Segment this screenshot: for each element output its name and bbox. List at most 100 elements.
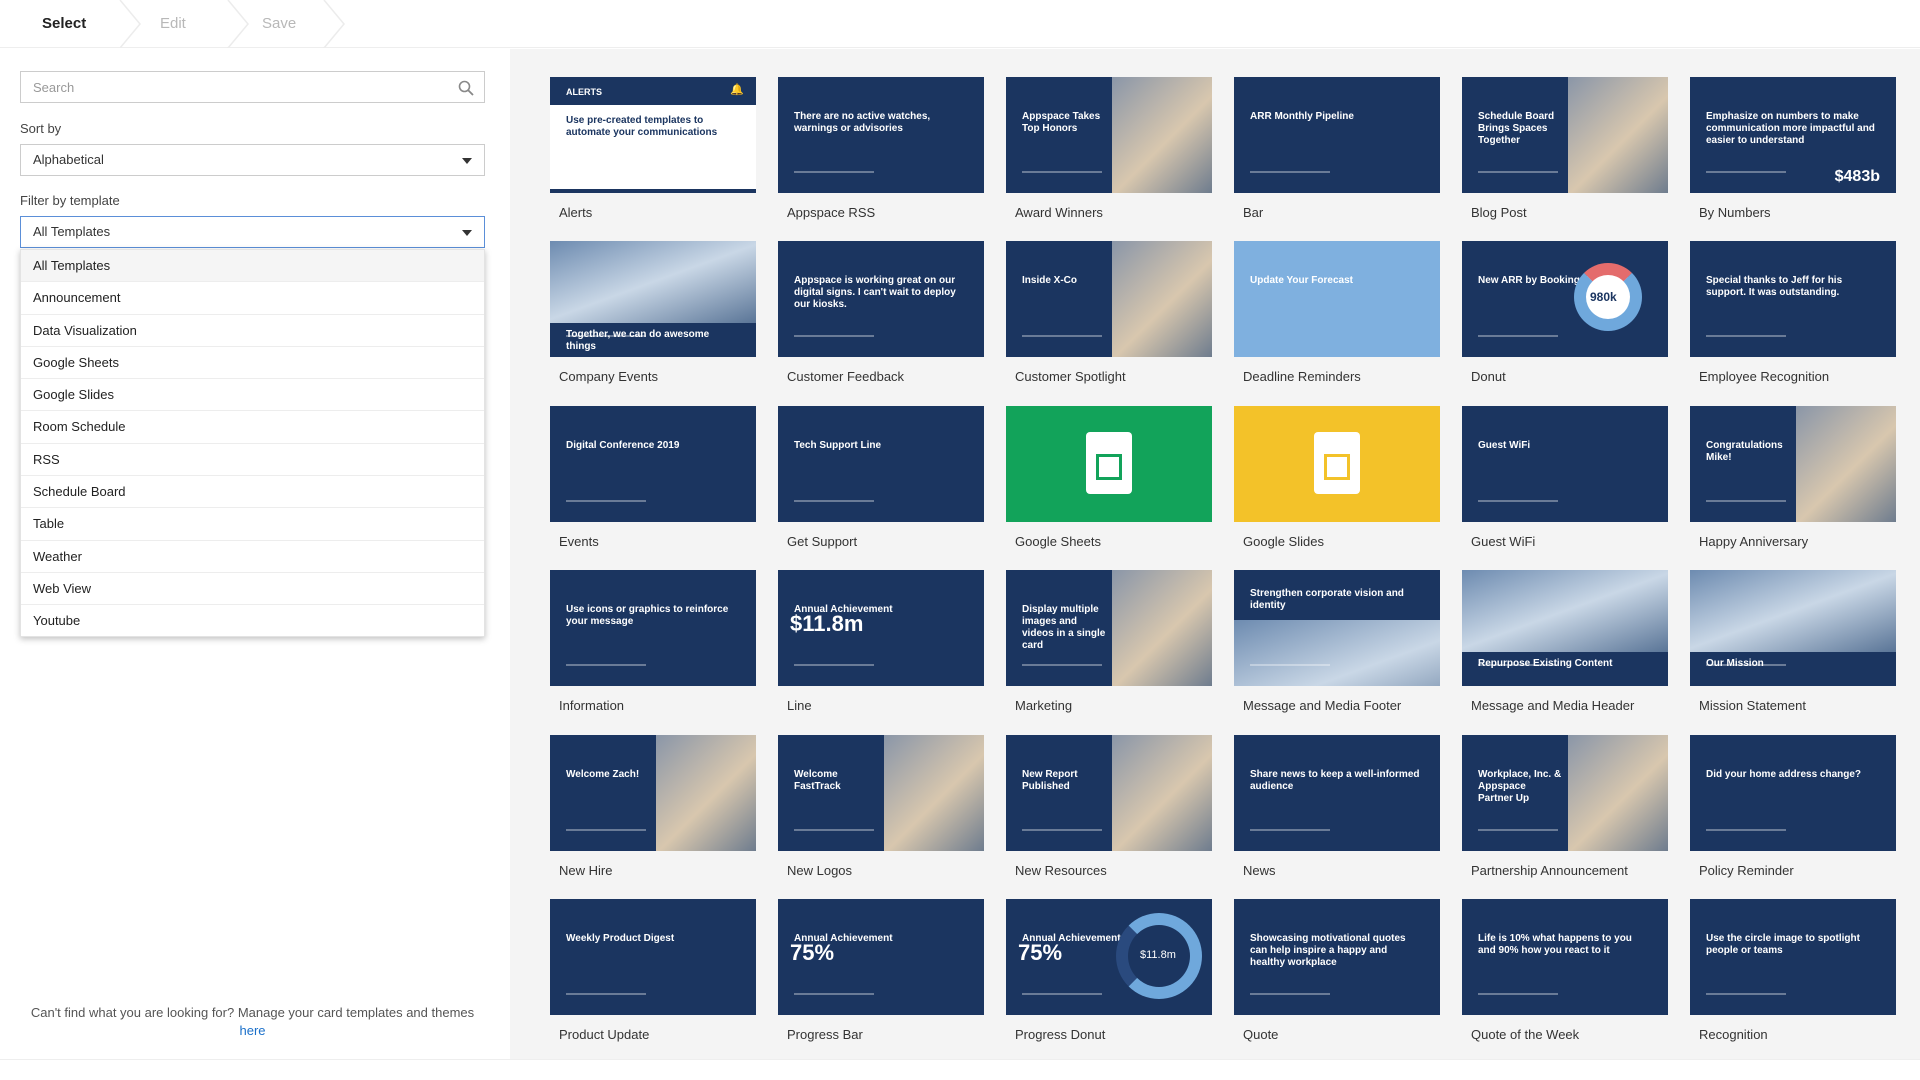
template-card[interactable]: Strengthen corporate vision and identity…: [1234, 570, 1440, 713]
template-card[interactable]: Emphasize on numbers to make communicati…: [1690, 77, 1896, 220]
sort-label: Sort by: [20, 121, 62, 136]
template-thumbnail[interactable]: Workplace, Inc. & Appspace Partner Up: [1462, 735, 1668, 851]
template-thumbnail[interactable]: Annual Achievement 75% $11.8m: [1006, 899, 1212, 1015]
step-save[interactable]: Save: [262, 0, 296, 48]
template-card[interactable]: Welcome Zach! New Hire: [550, 735, 756, 878]
template-thumbnail[interactable]: New ARR by Booking Type 980k: [1462, 241, 1668, 357]
sort-select[interactable]: Alphabetical: [20, 144, 485, 176]
template-card[interactable]: Welcome FastTrack New Logos: [778, 735, 984, 878]
template-name: Happy Anniversary: [1699, 534, 1809, 549]
manage-templates-link[interactable]: here: [20, 1022, 485, 1040]
template-card[interactable]: Life is 10% what happens to you and 90% …: [1462, 899, 1668, 1042]
template-thumbnail[interactable]: Share news to keep a well-informed audie…: [1234, 735, 1440, 851]
template-thumbnail[interactable]: Strengthen corporate vision and identity: [1234, 570, 1440, 686]
thumbnail-photo: [1568, 735, 1668, 851]
template-card[interactable]: Update Your Forecast Deadline Reminders: [1234, 241, 1440, 384]
search-input[interactable]: [21, 72, 421, 102]
dropdown-option[interactable]: Weather: [21, 541, 484, 573]
dropdown-option[interactable]: Announcement: [21, 282, 484, 315]
template-card[interactable]: Use the circle image to spotlight people…: [1690, 899, 1896, 1042]
template-card[interactable]: Appspace is working great on our digital…: [778, 241, 984, 384]
template-thumbnail[interactable]: Weekly Product Digest: [550, 899, 756, 1015]
search-icon[interactable]: [458, 80, 474, 96]
template-thumbnail[interactable]: There are no active watches, warnings or…: [778, 77, 984, 193]
template-thumbnail[interactable]: Emphasize on numbers to make communicati…: [1690, 77, 1896, 193]
template-card[interactable]: Together, we can do awesome things Compan…: [550, 241, 756, 384]
template-thumbnail[interactable]: ARR Monthly Pipeline: [1234, 77, 1440, 193]
template-thumbnail[interactable]: Welcome FastTrack: [778, 735, 984, 851]
template-card[interactable]: Showcasing motivational quotes can help …: [1234, 899, 1440, 1042]
template-thumbnail[interactable]: Tech Support Line: [778, 406, 984, 522]
template-thumbnail[interactable]: Our Mission: [1690, 570, 1896, 686]
step-select[interactable]: Select: [42, 0, 86, 48]
template-card[interactable]: Annual Achievement 75% $11.8m Progress Donu…: [1006, 899, 1212, 1042]
template-card[interactable]: Display multiple images and videos in a …: [1006, 570, 1212, 713]
template-thumbnail[interactable]: New Report Published: [1006, 735, 1212, 851]
template-card[interactable]: Digital Conference 2019 Events: [550, 406, 756, 549]
dropdown-option[interactable]: Table: [21, 508, 484, 541]
template-thumbnail[interactable]: Welcome Zach!: [550, 735, 756, 851]
template-card[interactable]: Annual Achievement $11.8m Line: [778, 570, 984, 713]
template-card[interactable]: ARR Monthly Pipeline Bar: [1234, 77, 1440, 220]
template-card[interactable]: Share news to keep a well-informed audie…: [1234, 735, 1440, 878]
template-thumbnail[interactable]: ALERTS 🔔 Use pre-created templates to auto…: [550, 77, 756, 193]
dropdown-option[interactable]: Web View: [21, 573, 484, 606]
dropdown-option[interactable]: Room Schedule: [21, 411, 484, 444]
template-card[interactable]: Guest WiFi Guest WiFi: [1462, 406, 1668, 549]
dropdown-option[interactable]: Schedule Board: [21, 476, 484, 509]
dropdown-option[interactable]: RSS: [21, 444, 484, 477]
template-thumbnail[interactable]: Display multiple images and videos in a …: [1006, 570, 1212, 686]
thumbnail-photo: [1796, 406, 1896, 522]
template-thumbnail[interactable]: Together, we can do awesome things: [550, 241, 756, 357]
template-thumbnail[interactable]: Repurpose Existing Content: [1462, 570, 1668, 686]
step-edit[interactable]: Edit: [160, 0, 186, 48]
template-card[interactable]: Workplace, Inc. & Appspace Partner Up Par…: [1462, 735, 1668, 878]
template-thumbnail[interactable]: Special thanks to Jeff for his support. …: [1690, 241, 1896, 357]
template-card[interactable]: Schedule Board Brings Spaces Together Blo…: [1462, 77, 1668, 220]
template-thumbnail[interactable]: Use the circle image to spotlight people…: [1690, 899, 1896, 1015]
template-thumbnail[interactable]: Digital Conference 2019: [550, 406, 756, 522]
template-card[interactable]: There are no active watches, warnings or…: [778, 77, 984, 220]
dropdown-option[interactable]: All Templates: [21, 250, 484, 283]
template-card[interactable]: Google Sheets: [1006, 406, 1212, 549]
template-card[interactable]: ALERTS 🔔 Use pre-created templates to auto…: [550, 77, 756, 220]
template-thumbnail[interactable]: Use icons or graphics to reinforce your …: [550, 570, 756, 686]
template-card[interactable]: New ARR by Booking Type 980k Donut: [1462, 241, 1668, 384]
filter-select[interactable]: All Templates: [20, 216, 485, 248]
template-thumbnail[interactable]: [1234, 406, 1440, 522]
template-name: Quote: [1243, 1027, 1279, 1042]
template-card[interactable]: Our Mission Mission Statement: [1690, 570, 1896, 713]
thumb-title: Welcome Zach!: [566, 769, 640, 780]
template-card[interactable]: Weekly Product Digest Product Update: [550, 899, 756, 1042]
template-thumbnail[interactable]: [1006, 406, 1212, 522]
template-thumbnail[interactable]: Congratulations Mike!: [1690, 406, 1896, 522]
alerts-header-bar: ALERTS 🔔: [550, 77, 756, 105]
template-card[interactable]: Special thanks to Jeff for his support. …: [1690, 241, 1896, 384]
search-box[interactable]: [20, 71, 485, 103]
template-card[interactable]: Repurpose Existing Content Message and Me…: [1462, 570, 1668, 713]
template-card[interactable]: Tech Support Line Get Support: [778, 406, 984, 549]
template-thumbnail[interactable]: Inside X-Co: [1006, 241, 1212, 357]
template-card[interactable]: Appspace Takes Top Honors Award Winners: [1006, 77, 1212, 220]
template-thumbnail[interactable]: Annual Achievement $11.8m: [778, 570, 984, 686]
template-card[interactable]: Use icons or graphics to reinforce your …: [550, 570, 756, 713]
template-card[interactable]: Congratulations Mike! Happy Anniversary: [1690, 406, 1896, 549]
template-thumbnail[interactable]: Annual Achievement 75%: [778, 899, 984, 1015]
template-thumbnail[interactable]: Appspace is working great on our digital…: [778, 241, 984, 357]
dropdown-option[interactable]: Google Slides: [21, 379, 484, 412]
template-thumbnail[interactable]: Guest WiFi: [1462, 406, 1668, 522]
dropdown-option[interactable]: Google Sheets: [21, 347, 484, 380]
template-thumbnail[interactable]: Showcasing motivational quotes can help …: [1234, 899, 1440, 1015]
template-card[interactable]: Google Slides: [1234, 406, 1440, 549]
template-card[interactable]: Inside X-Co Customer Spotlight: [1006, 241, 1212, 384]
dropdown-option[interactable]: Data Visualization: [21, 315, 484, 347]
dropdown-option[interactable]: Youtube: [21, 605, 484, 637]
template-thumbnail[interactable]: Appspace Takes Top Honors: [1006, 77, 1212, 193]
template-card[interactable]: New Report Published New Resources: [1006, 735, 1212, 878]
template-thumbnail[interactable]: Did your home address change?: [1690, 735, 1896, 851]
template-thumbnail[interactable]: Life is 10% what happens to you and 90% …: [1462, 899, 1668, 1015]
template-card[interactable]: Did your home address change? Policy Remi…: [1690, 735, 1896, 878]
template-thumbnail[interactable]: Update Your Forecast: [1234, 241, 1440, 357]
template-thumbnail[interactable]: Schedule Board Brings Spaces Together: [1462, 77, 1668, 193]
template-card[interactable]: Annual Achievement 75% Progress Bar: [778, 899, 984, 1042]
